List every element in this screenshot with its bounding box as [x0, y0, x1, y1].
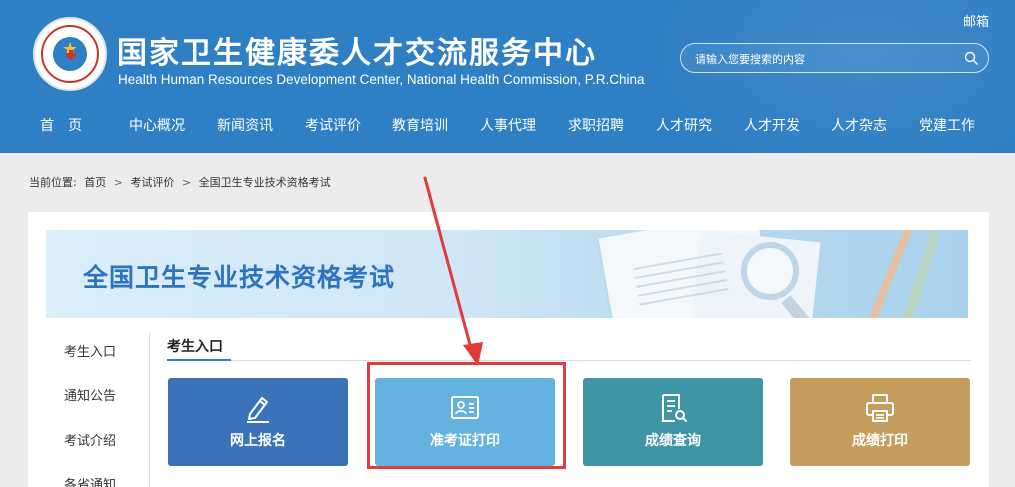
breadcrumb-home[interactable]: 首页	[84, 176, 106, 189]
search-box	[680, 43, 989, 73]
site-title[interactable]: 国家卫生健康委人才交流服务中心	[117, 28, 597, 72]
site-subtitle: Health Human Resources Development Cente…	[118, 72, 645, 87]
side-menu: 考生入口 通知公告 考试介绍 各省通知	[46, 333, 150, 487]
nav-item-training[interactable]: 教育培训	[392, 115, 448, 135]
card-label: 成绩查询	[645, 433, 701, 449]
nav-item-home[interactable]: 首 页	[40, 115, 82, 135]
main-nav: 首 页 中心概况 新闻资讯 考试评价 教育培训 人事代理 求职招聘 人才研究 人…	[0, 115, 1015, 139]
mailbox-link[interactable]: 邮箱	[963, 11, 989, 30]
nav-item-party[interactable]: 党建工作	[919, 115, 975, 135]
nav-item-overview[interactable]: 中心概况	[129, 115, 185, 135]
ministry-seal-icon[interactable]: ★	[33, 17, 107, 91]
breadcrumb-exam[interactable]: 考试评价	[130, 176, 174, 189]
id-card-icon	[451, 396, 479, 419]
logo-cross-icon	[66, 50, 76, 60]
nav-item-exam[interactable]: 考试评价	[305, 115, 361, 135]
online-registration-button[interactable]: 网上报名	[168, 378, 348, 466]
card-label: 网上报名	[230, 433, 286, 449]
score-print-button[interactable]: 成绩打印	[790, 378, 970, 466]
section-title: 考生入口	[167, 339, 223, 355]
side-item-notices[interactable]: 通知公告	[64, 385, 116, 404]
magnifier-icon	[741, 242, 799, 300]
breadcrumb-separator: >	[181, 176, 192, 189]
nav-item-jobs[interactable]: 求职招聘	[568, 115, 624, 135]
printer-icon	[866, 394, 894, 422]
nav-item-news[interactable]: 新闻资讯	[217, 115, 273, 135]
card-label: 成绩打印	[852, 433, 908, 449]
banner-title: 全国卫生专业技术资格考试	[83, 263, 396, 292]
section-title-underline	[167, 359, 231, 361]
side-item-province-notices[interactable]: 各省通知	[64, 474, 116, 487]
section-divider	[167, 360, 971, 361]
nav-item-research[interactable]: 人才研究	[656, 115, 712, 135]
search-input[interactable]	[695, 50, 955, 68]
breadcrumb-current[interactable]: 全国卫生专业技术资格考试	[199, 176, 331, 189]
document-search-icon	[662, 394, 687, 422]
search-icon[interactable]	[964, 51, 978, 65]
side-item-exam-intro[interactable]: 考试介绍	[64, 430, 116, 449]
card-label: 准考证打印	[430, 433, 500, 449]
admission-ticket-print-button[interactable]: 准考证打印	[375, 378, 555, 466]
breadcrumb-prefix: 当前位置:	[29, 176, 77, 189]
nav-item-personnel[interactable]: 人事代理	[480, 115, 536, 135]
breadcrumb-separator: >	[113, 176, 123, 189]
nav-item-magazine[interactable]: 人才杂志	[831, 115, 887, 135]
side-item-candidate-entry[interactable]: 考生入口	[64, 341, 116, 360]
pen-icon	[247, 397, 269, 423]
score-query-button[interactable]: 成绩查询	[583, 378, 763, 466]
site-header: ★ 国家卫生健康委人才交流服务中心 Health Human Resources…	[0, 0, 1015, 153]
exam-banner: 全国卫生专业技术资格考试	[46, 230, 968, 318]
nav-item-development[interactable]: 人才开发	[744, 115, 800, 135]
breadcrumb: 当前位置: 首页 > 考试评价 > 全国卫生专业技术资格考试	[29, 174, 335, 190]
